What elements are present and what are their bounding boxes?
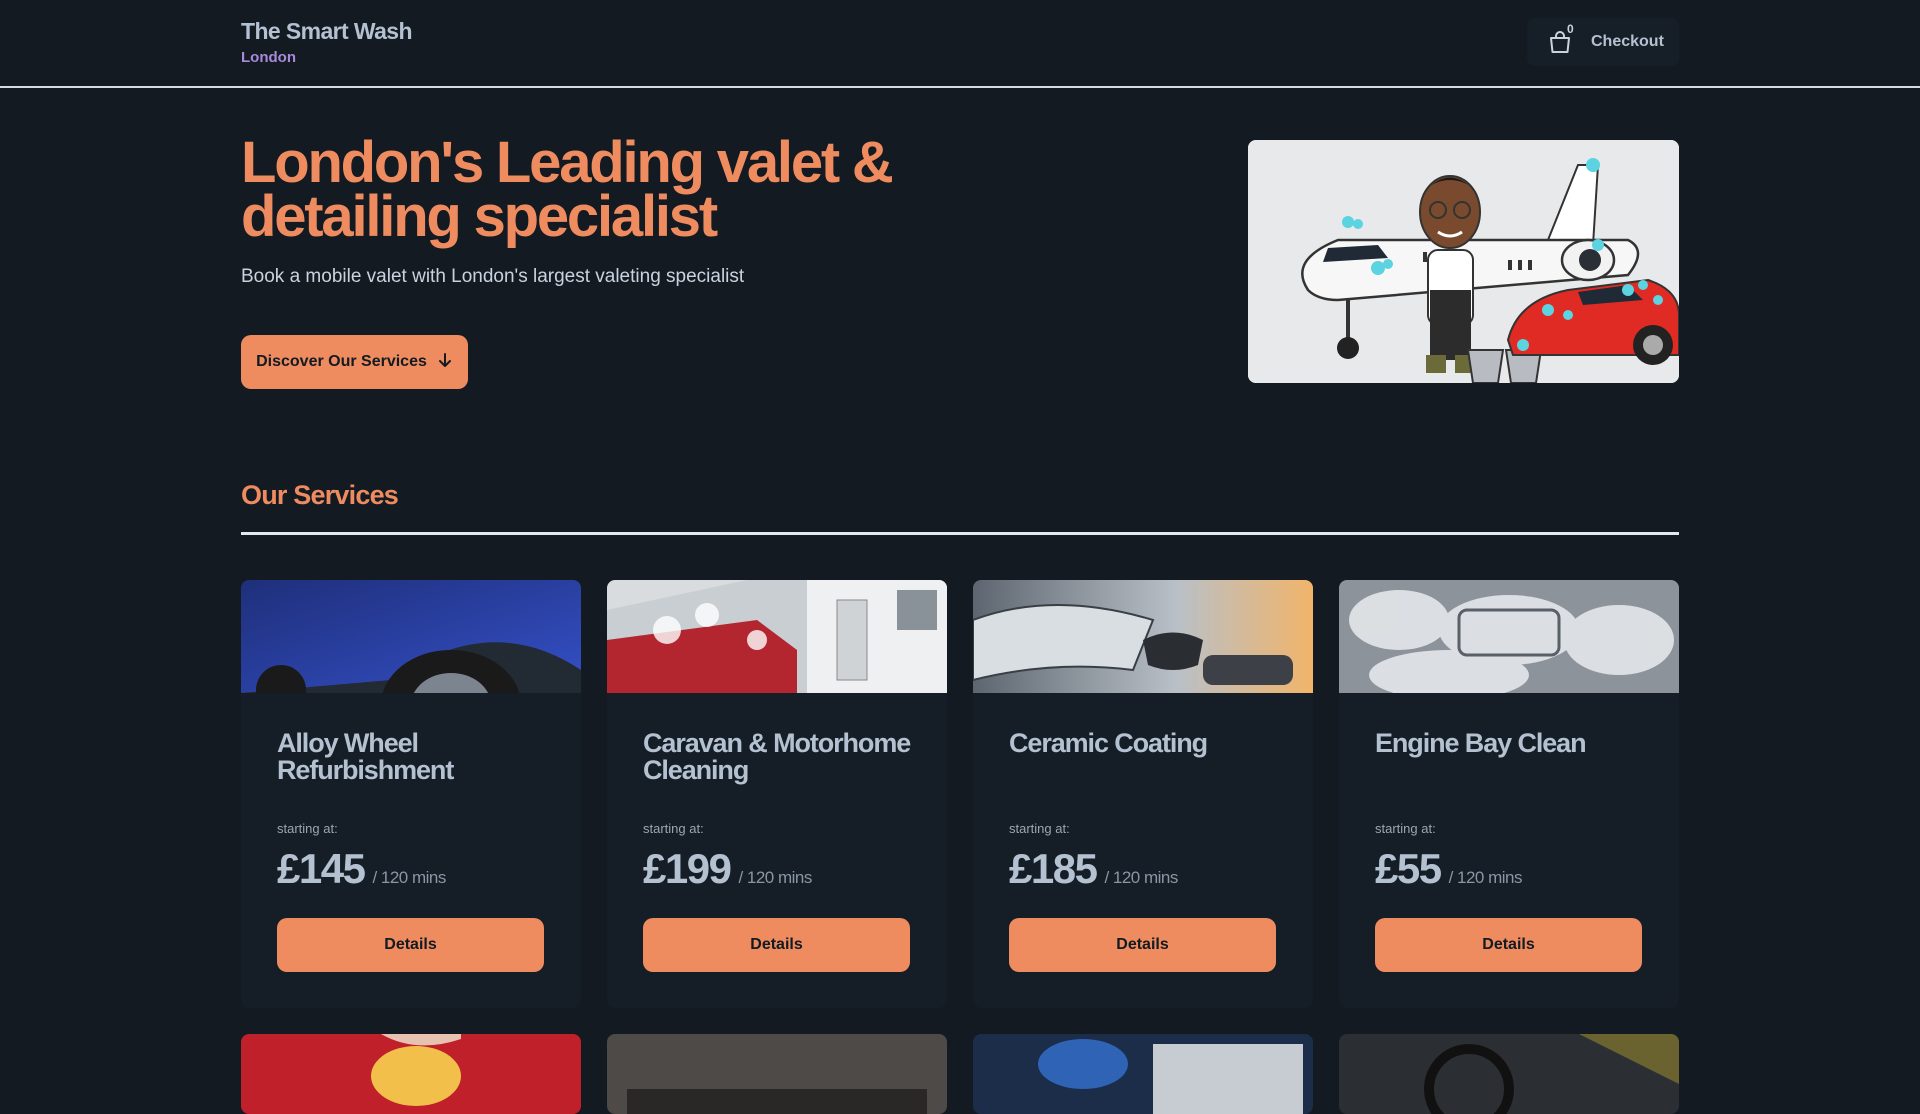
service-price: £199 — [643, 845, 732, 892]
discover-services-label: Discover Our Services — [256, 353, 427, 370]
service-price: £55 — [1375, 845, 1442, 892]
checkout-button[interactable]: 0 Checkout — [1527, 18, 1679, 66]
brand[interactable]: The Smart Wash London — [241, 18, 413, 66]
service-title: Engine Bay Clean — [1375, 728, 1587, 758]
site-header: The Smart Wash London 0 Checkout — [0, 0, 1920, 86]
brand-name[interactable]: The Smart Wash — [241, 18, 413, 45]
service-duration: / 120 mins — [1104, 868, 1178, 887]
price-row: £185 / 120 mins — [1009, 845, 1178, 893]
cart-count: 0 — [1567, 22, 1574, 36]
service-duration: / 120 mins — [372, 868, 446, 887]
service-card-image — [1339, 1034, 1679, 1114]
starting-at-label: starting at: — [643, 821, 704, 836]
service-card-image — [241, 1034, 581, 1114]
discover-services-button[interactable]: Discover Our Services — [241, 335, 468, 389]
price-row: £199 / 120 mins — [643, 845, 812, 893]
header-divider — [0, 86, 1920, 88]
details-button[interactable]: Details — [1009, 918, 1276, 972]
arrow-down-icon — [437, 352, 453, 373]
services-divider — [241, 532, 1679, 535]
service-card-image — [973, 1034, 1313, 1114]
details-button[interactable]: Details — [643, 918, 910, 972]
service-image-engine-bay — [1339, 580, 1679, 700]
hero-title: London's Leading valet & detailing speci… — [241, 130, 894, 249]
price-row: £55 / 120 mins — [1375, 845, 1523, 893]
service-card: Ceramic Coating starting at: £185 / 120 … — [973, 580, 1313, 1008]
service-title: Caravan & Motorhome Cleaning — [643, 728, 911, 785]
services-title: Our Services — [241, 480, 399, 510]
service-image-caravan — [607, 580, 947, 693]
service-price: £145 — [277, 845, 366, 892]
starting-at-label: starting at: — [1375, 821, 1436, 836]
details-button[interactable]: Details — [277, 918, 544, 972]
checkout-label: Checkout — [1591, 33, 1664, 50]
service-title: Alloy Wheel Refurbishment — [277, 728, 454, 785]
service-duration: / 120 mins — [738, 868, 812, 887]
starting-at-label: starting at: — [1009, 821, 1070, 836]
service-image-ceramic — [973, 580, 1313, 693]
service-duration: / 120 mins — [1448, 868, 1523, 887]
hero-illustration — [1248, 140, 1679, 383]
service-image-alloy-wheel — [241, 580, 581, 760]
brand-city: London — [241, 49, 296, 66]
price-row: £145 / 120 mins — [277, 845, 446, 893]
service-card: Engine Bay Clean starting at: £55 / 120 … — [1339, 580, 1679, 1008]
service-card: Alloy Wheel Refurbishment starting at: £… — [241, 580, 581, 1008]
starting-at-label: starting at: — [277, 821, 338, 836]
service-price: £185 — [1009, 845, 1098, 892]
service-card: Caravan & Motorhome Cleaning starting at… — [607, 580, 947, 1008]
hero-subtitle: Book a mobile valet with London's larges… — [241, 266, 745, 287]
service-card-image — [607, 1034, 947, 1114]
details-button[interactable]: Details — [1375, 918, 1642, 972]
service-title: Ceramic Coating — [1009, 728, 1208, 758]
